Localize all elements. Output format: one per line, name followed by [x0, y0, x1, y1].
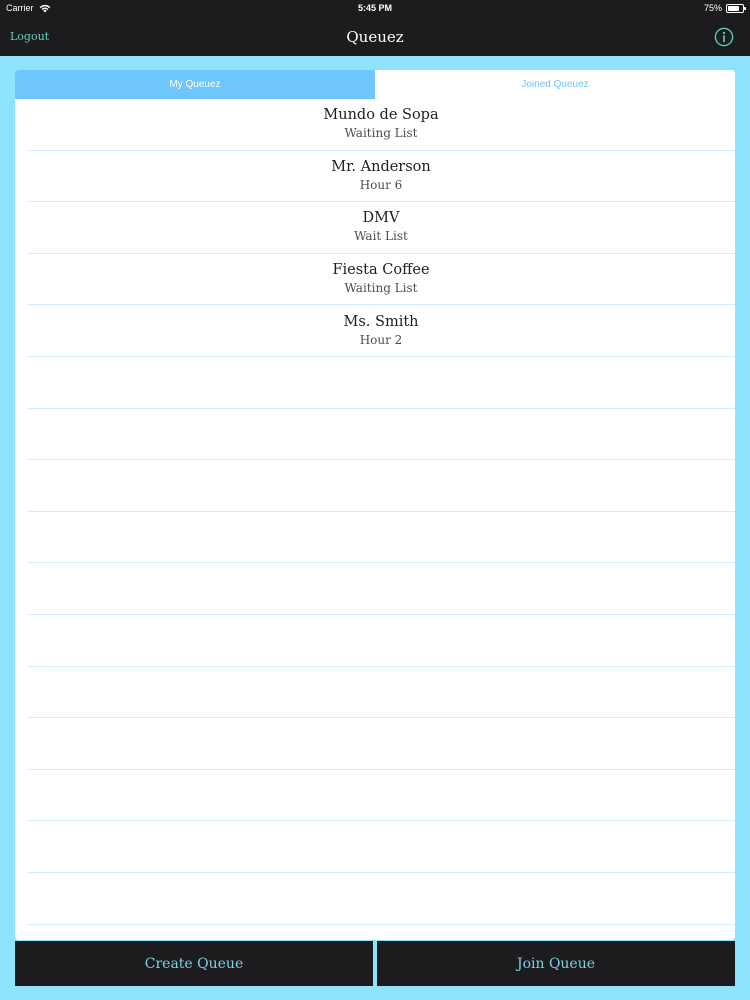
create-queue-button[interactable]: Create Queue [15, 941, 373, 986]
navigation-bar: Logout Queuez [0, 16, 750, 56]
info-icon[interactable] [714, 27, 734, 47]
empty-row [27, 615, 735, 667]
queue-row[interactable]: Mundo de Sopa Waiting List [27, 99, 735, 151]
empty-row [27, 718, 735, 770]
queue-row[interactable]: Mr. Anderson Hour 6 [27, 151, 735, 203]
queue-detail: Wait List [354, 229, 408, 244]
battery-indicator: 75% [703, 3, 746, 13]
queue-row[interactable]: Ms. Smith Hour 2 [27, 305, 735, 357]
empty-row [27, 357, 735, 409]
queue-detail: Waiting List [344, 126, 418, 141]
empty-row [27, 667, 735, 719]
battery-icon [726, 3, 746, 13]
bottom-toolbar: Create Queue Join Queue [15, 941, 735, 986]
battery-percent: 75% [703, 3, 722, 13]
queue-name: Mundo de Sopa [323, 107, 439, 124]
queue-row[interactable]: DMV Wait List [27, 202, 735, 254]
battery-level [728, 5, 739, 11]
queue-row[interactable]: Fiesta Coffee Waiting List [27, 254, 735, 306]
queue-detail: Hour 6 [359, 177, 403, 192]
empty-row [27, 460, 735, 512]
empty-row [27, 563, 735, 615]
queue-name: DMV [362, 210, 400, 227]
queue-detail: Hour 2 [359, 332, 403, 347]
empty-row [27, 821, 735, 873]
queue-name: Mr. Anderson [331, 158, 431, 175]
queue-name: Ms. Smith [343, 313, 419, 330]
queue-detail: Waiting List [344, 281, 418, 296]
join-queue-button[interactable]: Join Queue [377, 941, 735, 986]
logout-button[interactable]: Logout [10, 30, 49, 43]
tab-joined-queuez[interactable]: Joined Queuez [375, 70, 735, 99]
segmented-control: My Queuez Joined Queuez [15, 70, 735, 99]
empty-row [27, 925, 735, 941]
empty-row [27, 409, 735, 461]
empty-row [27, 512, 735, 564]
queue-panel: My Queuez Joined Queuez Mundo de Sopa Wai… [15, 70, 735, 940]
empty-row [27, 873, 735, 925]
queue-name: Fiesta Coffee [332, 262, 430, 279]
status-time: 5:45 PM [357, 3, 392, 13]
status-bar: Carrier 5:45 PM 75% [0, 0, 750, 16]
tab-my-queuez[interactable]: My Queuez [15, 70, 375, 99]
queue-list[interactable]: Mundo de Sopa Waiting List Mr. Anderson Hou… [27, 99, 735, 940]
empty-row [27, 770, 735, 822]
page-title: Queuez [346, 28, 404, 46]
